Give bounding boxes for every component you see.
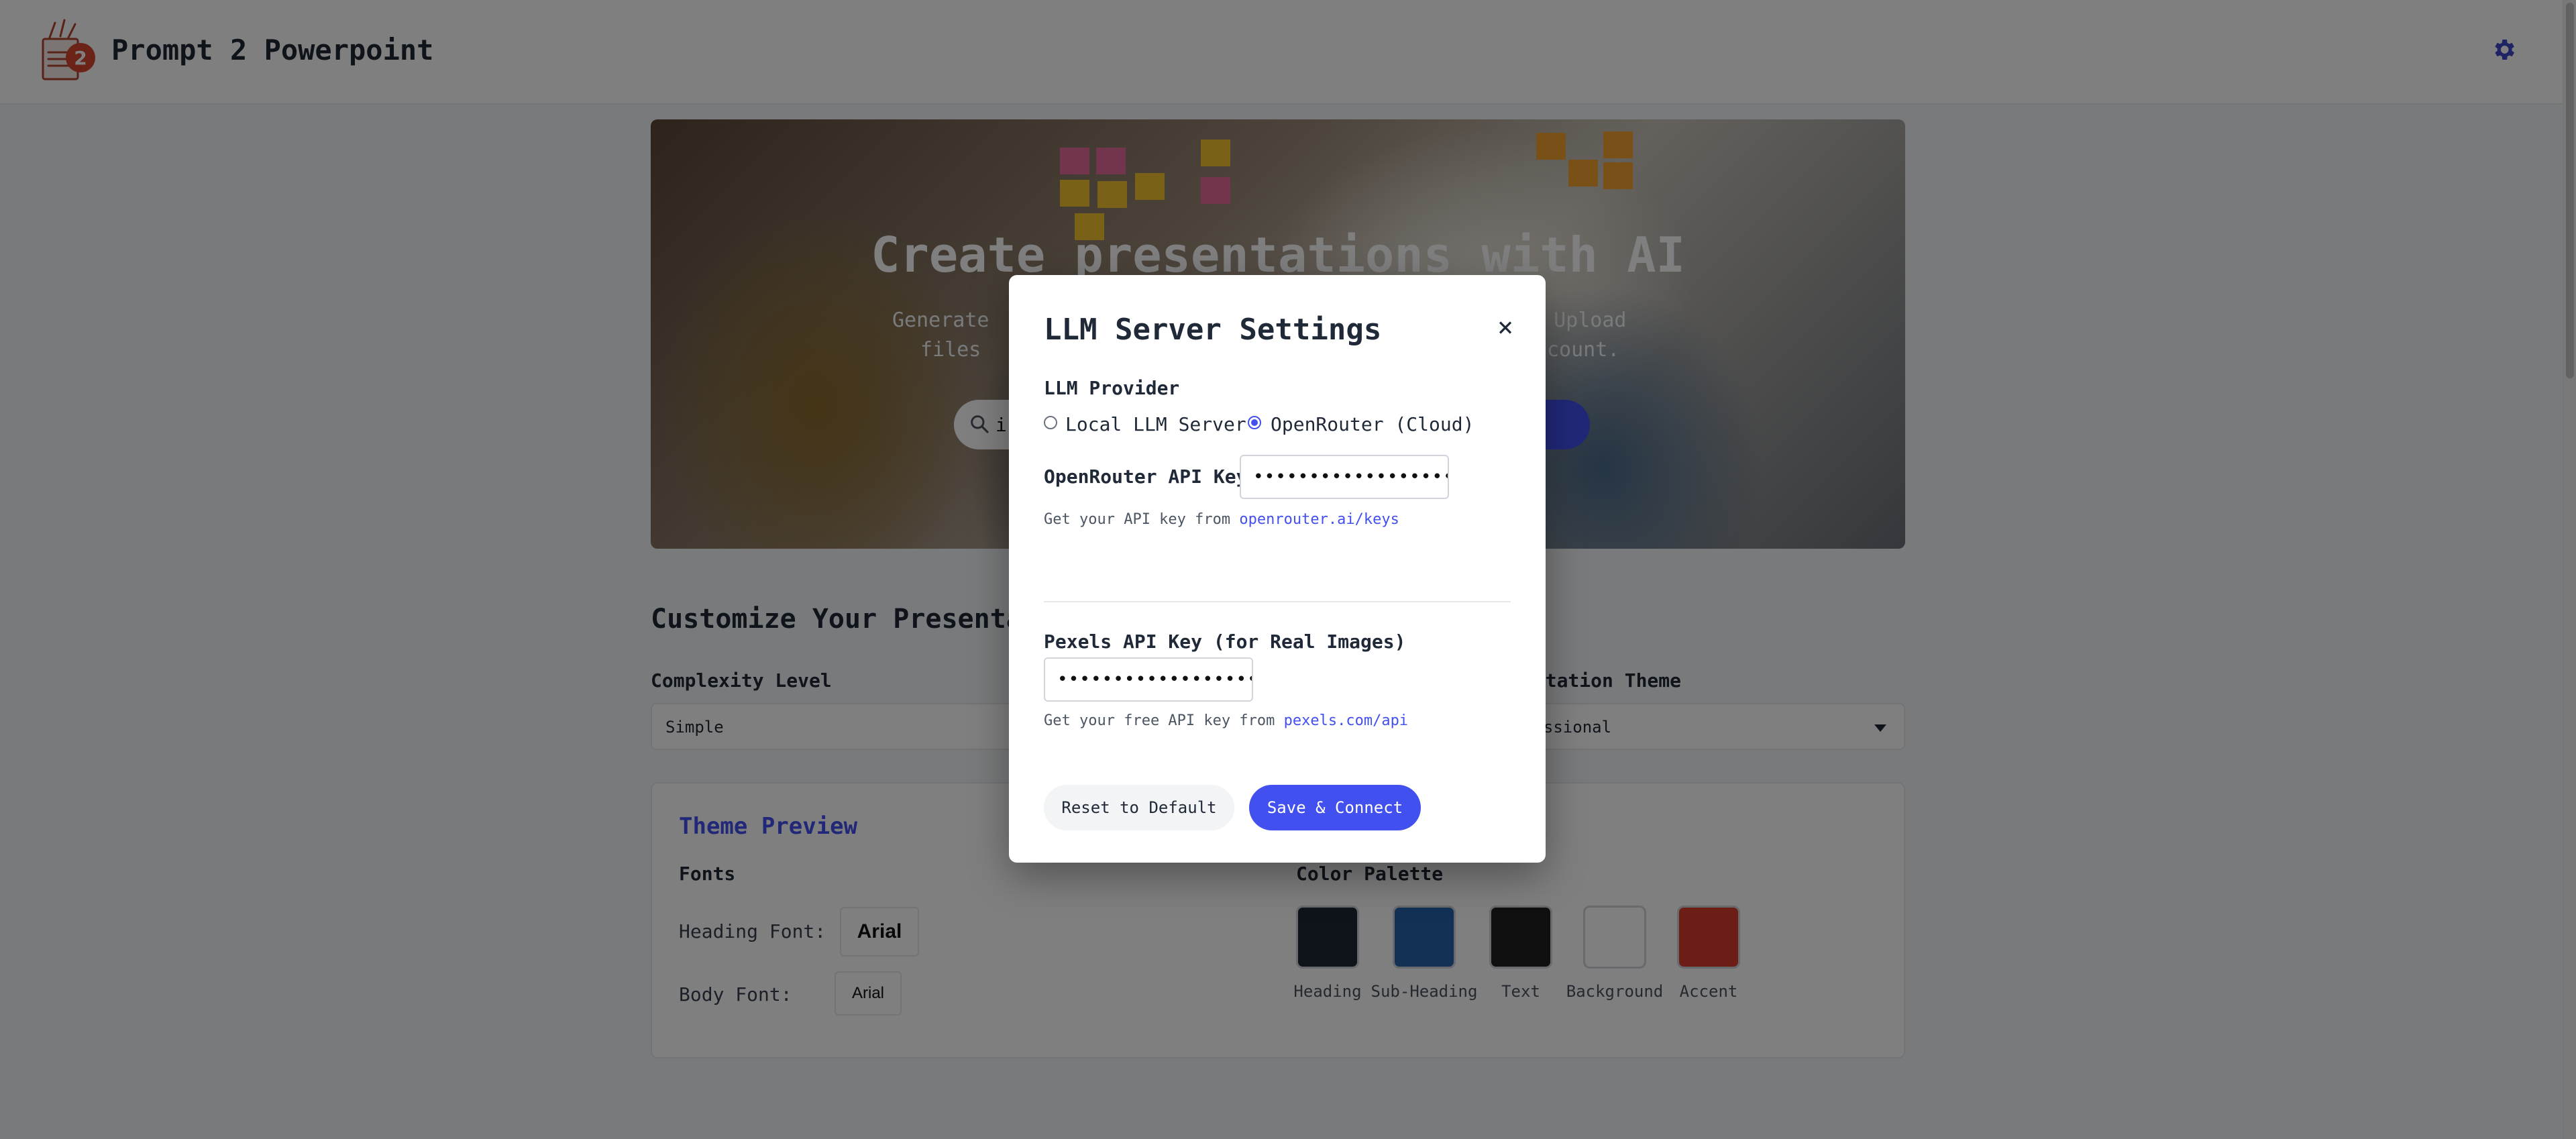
modal-title: LLM Server Settings — [1044, 313, 1382, 347]
divider — [1044, 601, 1511, 602]
save-connect-button[interactable]: Save & Connect — [1249, 785, 1421, 830]
radio-openrouter-label[interactable]: OpenRouter (Cloud) — [1271, 413, 1474, 435]
close-icon[interactable]: × — [1491, 313, 1520, 342]
openrouter-help: Get your API key from openrouter.ai/keys — [1044, 511, 1399, 528]
openrouter-key-label: OpenRouter API Key — [1044, 466, 1248, 488]
openrouter-keys-link[interactable]: openrouter.ai/keys — [1239, 511, 1399, 528]
radio-openrouter[interactable] — [1248, 416, 1261, 429]
pexels-help: Get your free API key from pexels.com/ap… — [1044, 712, 1408, 729]
llm-provider-label: LLM Provider — [1044, 377, 1180, 399]
radio-local-llm-label[interactable]: Local LLM Server — [1065, 413, 1246, 435]
openrouter-help-text: Get your API key from — [1044, 511, 1240, 528]
reset-to-default-button[interactable]: Reset to Default — [1044, 785, 1234, 830]
llm-settings-modal: LLM Server Settings × LLM Provider Local… — [1009, 275, 1546, 863]
pexels-key-input[interactable]: •••••••••••••••••••• — [1044, 657, 1253, 702]
radio-local-llm[interactable] — [1044, 416, 1057, 429]
pexels-help-text: Get your free API key from — [1044, 712, 1284, 729]
pexels-key-label: Pexels API Key (for Real Images) — [1044, 631, 1406, 653]
openrouter-key-input[interactable]: •••••••••••••••••••• — [1240, 455, 1449, 499]
pexels-api-link[interactable]: pexels.com/api — [1284, 712, 1408, 729]
